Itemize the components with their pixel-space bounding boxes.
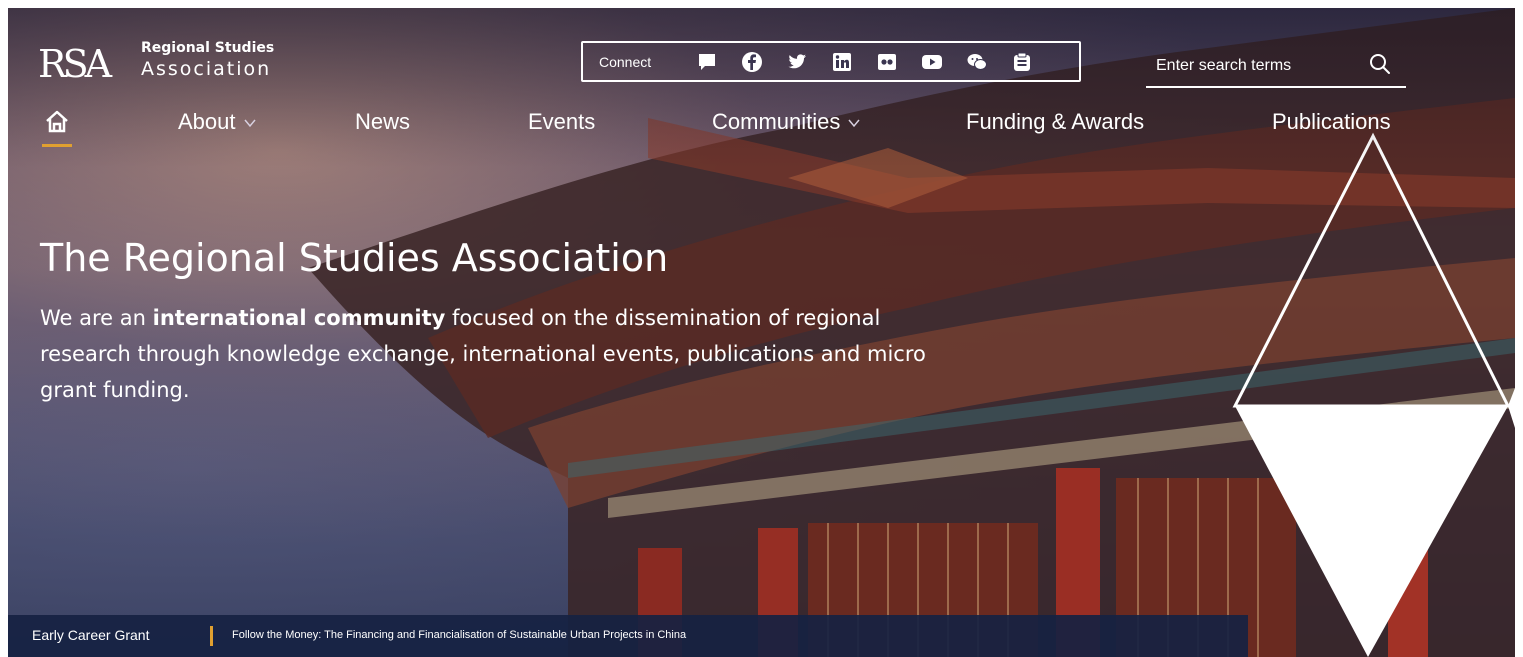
search-input[interactable] — [1146, 46, 1406, 88]
hero-description: We are an international community focuse… — [40, 300, 940, 408]
nav-funding-awards[interactable]: Funding & Awards — [966, 102, 1144, 142]
chat-icon[interactable] — [696, 51, 718, 73]
flickr-icon[interactable] — [876, 51, 898, 73]
facebook-icon[interactable] — [741, 51, 763, 73]
home-active-indicator — [42, 144, 72, 147]
nav-events[interactable]: Events — [528, 102, 595, 142]
logo-mark: RSA — [38, 42, 112, 86]
clipboard-icon[interactable] — [1011, 51, 1033, 73]
search-icon[interactable] — [1368, 52, 1392, 76]
youtube-icon[interactable] — [921, 51, 943, 73]
home-icon — [46, 110, 68, 133]
nav-publications[interactable]: Publications — [1272, 102, 1391, 142]
hero-desc-bold: international community — [152, 306, 446, 330]
logo-line-2: Association — [141, 58, 272, 80]
nav-communities[interactable]: Communities — [712, 102, 860, 142]
ticker-label[interactable]: Early Career Grant — [32, 627, 149, 643]
hero-desc-pre: We are an — [40, 306, 146, 330]
connect-label: Connect — [599, 54, 652, 70]
linkedin-icon[interactable] — [831, 51, 853, 73]
ticker-link[interactable]: Follow the Money: The Financing and Fina… — [232, 629, 686, 641]
connect-bar: Connect — [581, 41, 1081, 82]
chevron-down-icon — [848, 119, 860, 128]
news-ticker: Early Career Grant Follow the Money: The… — [8, 615, 1248, 657]
nav-about[interactable]: About — [178, 102, 256, 142]
twitter-icon[interactable] — [786, 51, 808, 73]
wechat-icon[interactable] — [966, 51, 988, 73]
nav-about-label: About — [178, 109, 236, 134]
hero-title: The Regional Studies Association — [40, 236, 669, 280]
hero-banner: RSA Regional Studies Association Connect — [8, 8, 1515, 657]
main-nav: About News Events Communities Funding & … — [8, 102, 1515, 152]
page: RSA Regional Studies Association Connect — [0, 0, 1523, 657]
ticker-separator — [210, 626, 213, 646]
chevron-down-icon — [243, 119, 256, 128]
logo-line-1: Regional Studies — [141, 40, 275, 56]
nav-communities-label: Communities — [712, 109, 841, 134]
nav-news[interactable]: News — [355, 102, 410, 142]
